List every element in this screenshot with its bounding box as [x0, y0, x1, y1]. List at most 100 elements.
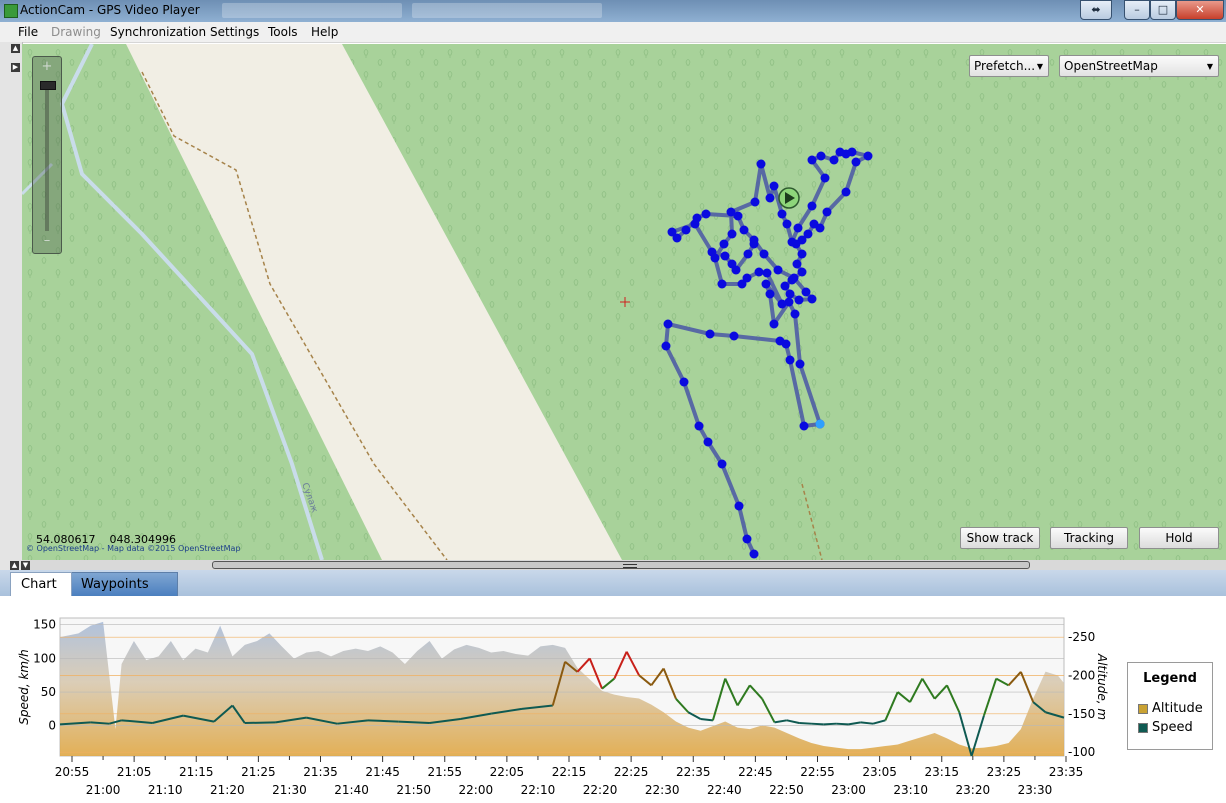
close-button[interactable]: ✕	[1176, 0, 1224, 20]
tab-waypoints[interactable]: Waypoints	[68, 572, 178, 596]
splitter-handle[interactable]	[212, 561, 1030, 569]
track-point[interactable]	[795, 359, 805, 369]
track-point[interactable]	[769, 181, 779, 191]
splitter-down-icon[interactable]: ▼	[21, 561, 30, 570]
track-point[interactable]	[785, 355, 795, 365]
track-point[interactable]	[822, 207, 832, 217]
track-point[interactable]	[720, 251, 730, 261]
track-point[interactable]	[851, 157, 861, 167]
track-point[interactable]	[794, 295, 804, 305]
track-point[interactable]	[750, 197, 760, 207]
track-point[interactable]	[759, 249, 769, 259]
track-point[interactable]	[754, 267, 764, 277]
track-point[interactable]	[799, 421, 809, 431]
track-point[interactable]	[749, 549, 759, 559]
scroll-up-icon[interactable]: ▲	[11, 44, 20, 53]
track-point[interactable]	[793, 223, 803, 233]
panel-splitter[interactable]: ▲ ▼	[10, 560, 1226, 570]
menu-drawing[interactable]: Drawing	[51, 25, 101, 39]
track-point[interactable]	[667, 227, 677, 237]
track-point[interactable]	[727, 229, 737, 239]
track-point[interactable]	[797, 267, 807, 277]
track-point[interactable]	[742, 534, 752, 544]
hold-button[interactable]: Hold	[1139, 527, 1219, 549]
left-scroll-rail[interactable]: ▲ ▶	[0, 42, 23, 572]
track-point[interactable]	[807, 294, 817, 304]
track-point[interactable]	[863, 151, 873, 161]
track-point[interactable]	[807, 155, 817, 165]
track-point[interactable]	[789, 273, 799, 283]
track-point[interactable]	[797, 249, 807, 259]
track-point[interactable]	[761, 279, 771, 289]
prefetch-select[interactable]: Prefetch... ▼	[969, 55, 1049, 77]
track-point[interactable]	[681, 225, 691, 235]
track-point[interactable]	[762, 268, 772, 278]
menu-file[interactable]: File	[18, 25, 38, 39]
track-point[interactable]	[733, 211, 743, 221]
track-point[interactable]	[781, 339, 791, 349]
track-point[interactable]	[717, 459, 727, 469]
tab-chart[interactable]: Chart	[10, 572, 72, 596]
menu-settings[interactable]: Settings	[210, 25, 259, 39]
menu-synchronization[interactable]: Synchronization	[110, 25, 206, 39]
zoom-in-icon[interactable]: +	[33, 59, 61, 74]
show-track-button[interactable]: Show track	[960, 527, 1040, 549]
x-tick-label: 21:05	[117, 765, 152, 779]
tracking-button[interactable]: Tracking	[1050, 527, 1128, 549]
track-point[interactable]	[739, 225, 749, 235]
track-point[interactable]	[663, 319, 673, 329]
track-point[interactable]	[701, 209, 711, 219]
track-point[interactable]	[749, 239, 759, 249]
track-point[interactable]	[729, 331, 739, 341]
track-point[interactable]	[707, 247, 717, 257]
menu-tools[interactable]: Tools	[268, 25, 298, 39]
map-canvas[interactable]: Сулаж	[22, 44, 1226, 560]
resize-button[interactable]: ⬌	[1080, 0, 1112, 20]
track-point[interactable]	[782, 219, 792, 229]
track-point[interactable]	[790, 309, 800, 319]
track-point[interactable]	[737, 279, 747, 289]
zoom-slider-track[interactable]	[45, 81, 49, 231]
track-point[interactable]	[734, 501, 744, 511]
track-end-point[interactable]	[815, 419, 825, 429]
zoom-control[interactable]: + –	[32, 56, 62, 254]
map-view[interactable]: Сулаж + – Prefetch... ▼ OpenStreetMap ▼ …	[22, 44, 1226, 560]
zoom-slider-thumb[interactable]	[40, 81, 56, 90]
menu-help[interactable]: Help	[311, 25, 338, 39]
zoom-out-icon[interactable]: –	[33, 233, 61, 248]
track-point[interactable]	[769, 319, 779, 329]
track-point[interactable]	[791, 239, 801, 249]
minimize-button[interactable]: –	[1124, 0, 1150, 20]
track-point[interactable]	[679, 377, 689, 387]
track-point[interactable]	[765, 193, 775, 203]
track-point[interactable]	[792, 259, 802, 269]
track-point[interactable]	[731, 265, 741, 275]
track-point[interactable]	[777, 299, 787, 309]
track-point[interactable]	[847, 147, 857, 157]
track-point[interactable]	[777, 209, 787, 219]
track-point[interactable]	[780, 281, 790, 291]
maximize-button[interactable]: □	[1150, 0, 1176, 20]
track-point[interactable]	[717, 279, 727, 289]
track-point[interactable]	[694, 421, 704, 431]
track-point[interactable]	[820, 173, 830, 183]
track-point[interactable]	[807, 201, 817, 211]
track-point[interactable]	[829, 155, 839, 165]
track-point[interactable]	[773, 265, 783, 275]
track-point[interactable]	[801, 287, 811, 297]
splitter-left-icon[interactable]: ▲	[10, 561, 19, 570]
map-provider-select[interactable]: OpenStreetMap ▼	[1059, 55, 1219, 77]
scroll-right-icon[interactable]: ▶	[11, 63, 20, 72]
track-point[interactable]	[719, 239, 729, 249]
track-point[interactable]	[816, 151, 826, 161]
track-point[interactable]	[756, 159, 766, 169]
track-point[interactable]	[785, 289, 795, 299]
track-point[interactable]	[661, 341, 671, 351]
track-point[interactable]	[743, 249, 753, 259]
track-point[interactable]	[703, 437, 713, 447]
track-point[interactable]	[765, 289, 775, 299]
track-point[interactable]	[841, 187, 851, 197]
track-point[interactable]	[705, 329, 715, 339]
track-point[interactable]	[690, 219, 700, 229]
track-point[interactable]	[809, 219, 819, 229]
